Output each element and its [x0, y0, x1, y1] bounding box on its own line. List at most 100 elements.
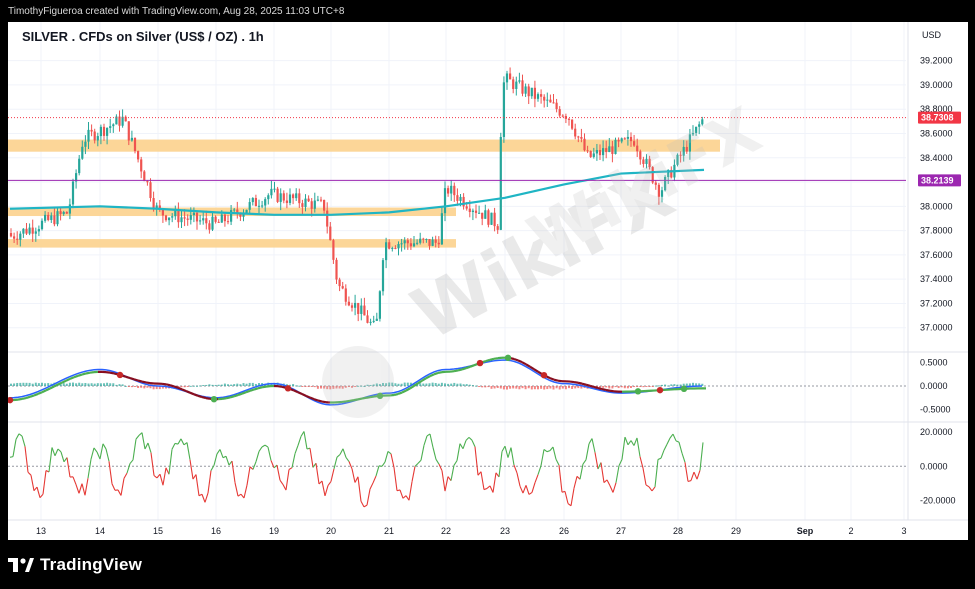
osc-segment — [252, 461, 257, 470]
osc-segment — [549, 446, 554, 451]
candle-body — [434, 239, 437, 243]
osc-segment — [267, 446, 272, 461]
osc-segment — [12, 439, 17, 457]
candle — [447, 185, 450, 197]
osc-segment — [120, 478, 125, 496]
chart-area[interactable]: USD 39.2000 39.0000 38.8000 38.6000 38.4000 38… — [8, 22, 968, 540]
candle-body — [623, 138, 626, 140]
osc-segment — [675, 440, 680, 443]
signal-segment — [601, 387, 607, 392]
candle — [22, 228, 25, 238]
candle — [558, 106, 561, 118]
candle-body — [546, 99, 549, 101]
osc-segment — [219, 449, 224, 458]
macd-bar — [183, 386, 186, 388]
osc-segment — [51, 447, 56, 456]
candle — [564, 113, 567, 124]
osc-segment — [528, 491, 533, 495]
macd-bar — [440, 382, 443, 386]
osc-segment — [18, 433, 23, 437]
macd-bar — [192, 385, 195, 387]
osc-segment — [258, 446, 263, 452]
osc-segment — [351, 468, 356, 483]
macd-bar — [115, 384, 118, 386]
candle — [140, 156, 143, 179]
signal-segment — [301, 393, 307, 397]
macd-bar — [521, 386, 524, 389]
signal-segment — [581, 382, 587, 386]
time-tick-label: 23 — [500, 526, 510, 536]
candle-body — [633, 141, 636, 146]
macd-bar — [68, 382, 71, 386]
candle-body — [400, 243, 403, 245]
candle — [146, 180, 149, 186]
signal-segment — [585, 383, 591, 387]
price-tick-label: 38.0000 — [920, 201, 953, 211]
candle-body — [474, 210, 478, 213]
osc-segment — [459, 443, 464, 450]
macd-bar — [146, 386, 149, 388]
candle-body — [270, 188, 273, 196]
osc-segment — [186, 442, 191, 460]
candle — [124, 115, 127, 122]
macd-bar — [664, 384, 667, 386]
candle-body — [381, 260, 385, 292]
candle — [261, 200, 264, 209]
osc-segment — [240, 493, 245, 499]
candle-body — [183, 217, 186, 219]
time-tick-label: 22 — [441, 526, 451, 536]
osc-segment — [168, 449, 173, 475]
price-tick-label: 39.0000 — [920, 80, 953, 90]
osc-segment — [354, 476, 359, 483]
candle-body — [257, 205, 261, 207]
signal-segment — [297, 391, 303, 396]
candle-body — [571, 119, 574, 129]
osc-segment — [369, 482, 374, 490]
osc-segment — [87, 459, 92, 479]
price-axis: USD39.200039.000038.800038.600038.400038… — [918, 30, 961, 333]
osc-tick-label: 20.0000 — [920, 427, 953, 437]
osc-segment — [582, 459, 587, 465]
candle-body — [605, 148, 608, 153]
candle-body — [583, 138, 586, 151]
macd-bar — [202, 385, 205, 387]
osc-segment — [360, 501, 365, 508]
osc-segment — [423, 435, 428, 446]
candle-body — [56, 211, 59, 225]
candle-body — [285, 200, 288, 203]
macd-bar — [574, 386, 577, 389]
time-tick-label: Sep — [797, 526, 814, 536]
signal-segment — [17, 397, 23, 401]
osc-segment — [405, 495, 410, 501]
macd-bar — [406, 382, 409, 386]
chart-title[interactable]: SILVER . CFDs on Silver (US$ / OZ) . 1h — [22, 29, 264, 44]
candle — [484, 204, 487, 219]
candle-body — [71, 181, 75, 205]
osc-segment — [162, 467, 167, 486]
candle — [453, 182, 456, 202]
osc-segment — [231, 460, 236, 483]
candle-body — [16, 238, 19, 240]
signal-segment — [73, 374, 79, 379]
macd-bar — [475, 385, 477, 387]
macd-bar — [546, 386, 549, 390]
osc-segment — [342, 448, 347, 458]
osc-segment — [111, 483, 116, 491]
macd-bar — [96, 383, 99, 386]
osc-segment — [531, 482, 536, 493]
time-tick-label: 16 — [211, 526, 221, 536]
candle — [369, 318, 372, 326]
candle — [540, 89, 543, 104]
candle-body — [357, 302, 360, 314]
osc-segment — [201, 494, 206, 503]
macd-cross-dot — [656, 386, 664, 394]
macd-bar — [527, 386, 530, 389]
candle-body — [468, 208, 471, 213]
macd-bar — [499, 386, 502, 389]
tradingview-branding[interactable]: TradingView — [8, 552, 142, 578]
signal-segment — [513, 357, 519, 362]
candle-body — [629, 136, 633, 142]
chart-canvas[interactable]: USD39.200039.000038.800038.600038.400038… — [8, 22, 968, 540]
candle — [332, 238, 335, 264]
signal-segment — [25, 395, 31, 400]
